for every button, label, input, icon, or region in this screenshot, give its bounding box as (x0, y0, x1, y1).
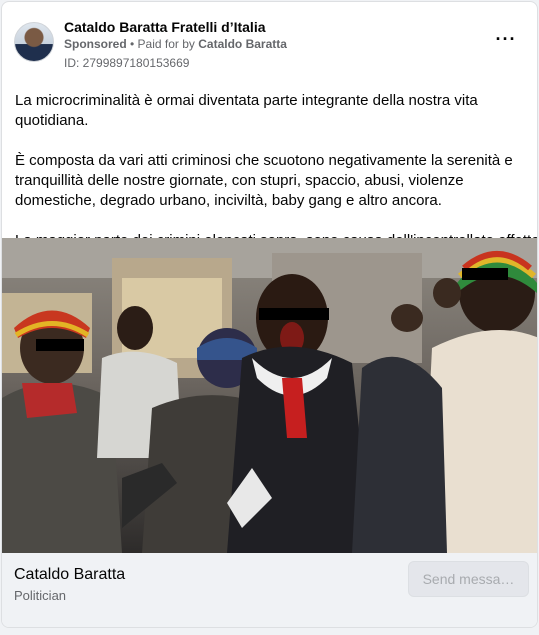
sponsored-meta: Sponsored • Paid for by Cataldo Baratta (64, 37, 287, 51)
crowd-photo-image (2, 238, 537, 553)
post-paragraph-1: La microcriminalità è ormai diventata pa… (15, 92, 478, 129)
post-photo[interactable] (2, 238, 537, 553)
post-text: La microcriminalità è ormai diventata pa… (15, 91, 537, 251)
paid-for-prefix: Paid for by (137, 37, 199, 51)
more-horizontal-icon: ··· (495, 29, 517, 49)
post-header: Cataldo Baratta Fratelli d’Italia Sponso… (14, 19, 525, 72)
ad-id: ID: 2799897180153669 (64, 56, 190, 70)
paid-for-name: Cataldo Baratta (198, 37, 287, 51)
cta-page-name[interactable]: Cataldo Baratta (14, 566, 125, 584)
page-avatar[interactable] (14, 22, 54, 62)
post-paragraph-2: È composta da vari atti criminosi che sc… (15, 152, 513, 209)
cta-footer: Cataldo Baratta Politician Send messa… (2, 553, 537, 627)
send-message-button[interactable]: Send messa… (408, 561, 529, 597)
cta-page-category: Politician (14, 588, 67, 603)
page-name-link[interactable]: Cataldo Baratta Fratelli d’Italia (64, 19, 266, 35)
sponsored-post-card: Cataldo Baratta Fratelli d’Italia Sponso… (1, 1, 538, 628)
more-options-button[interactable]: ··· (493, 28, 519, 50)
meta-separator: • (126, 37, 138, 51)
sponsored-label[interactable]: Sponsored (64, 37, 127, 51)
